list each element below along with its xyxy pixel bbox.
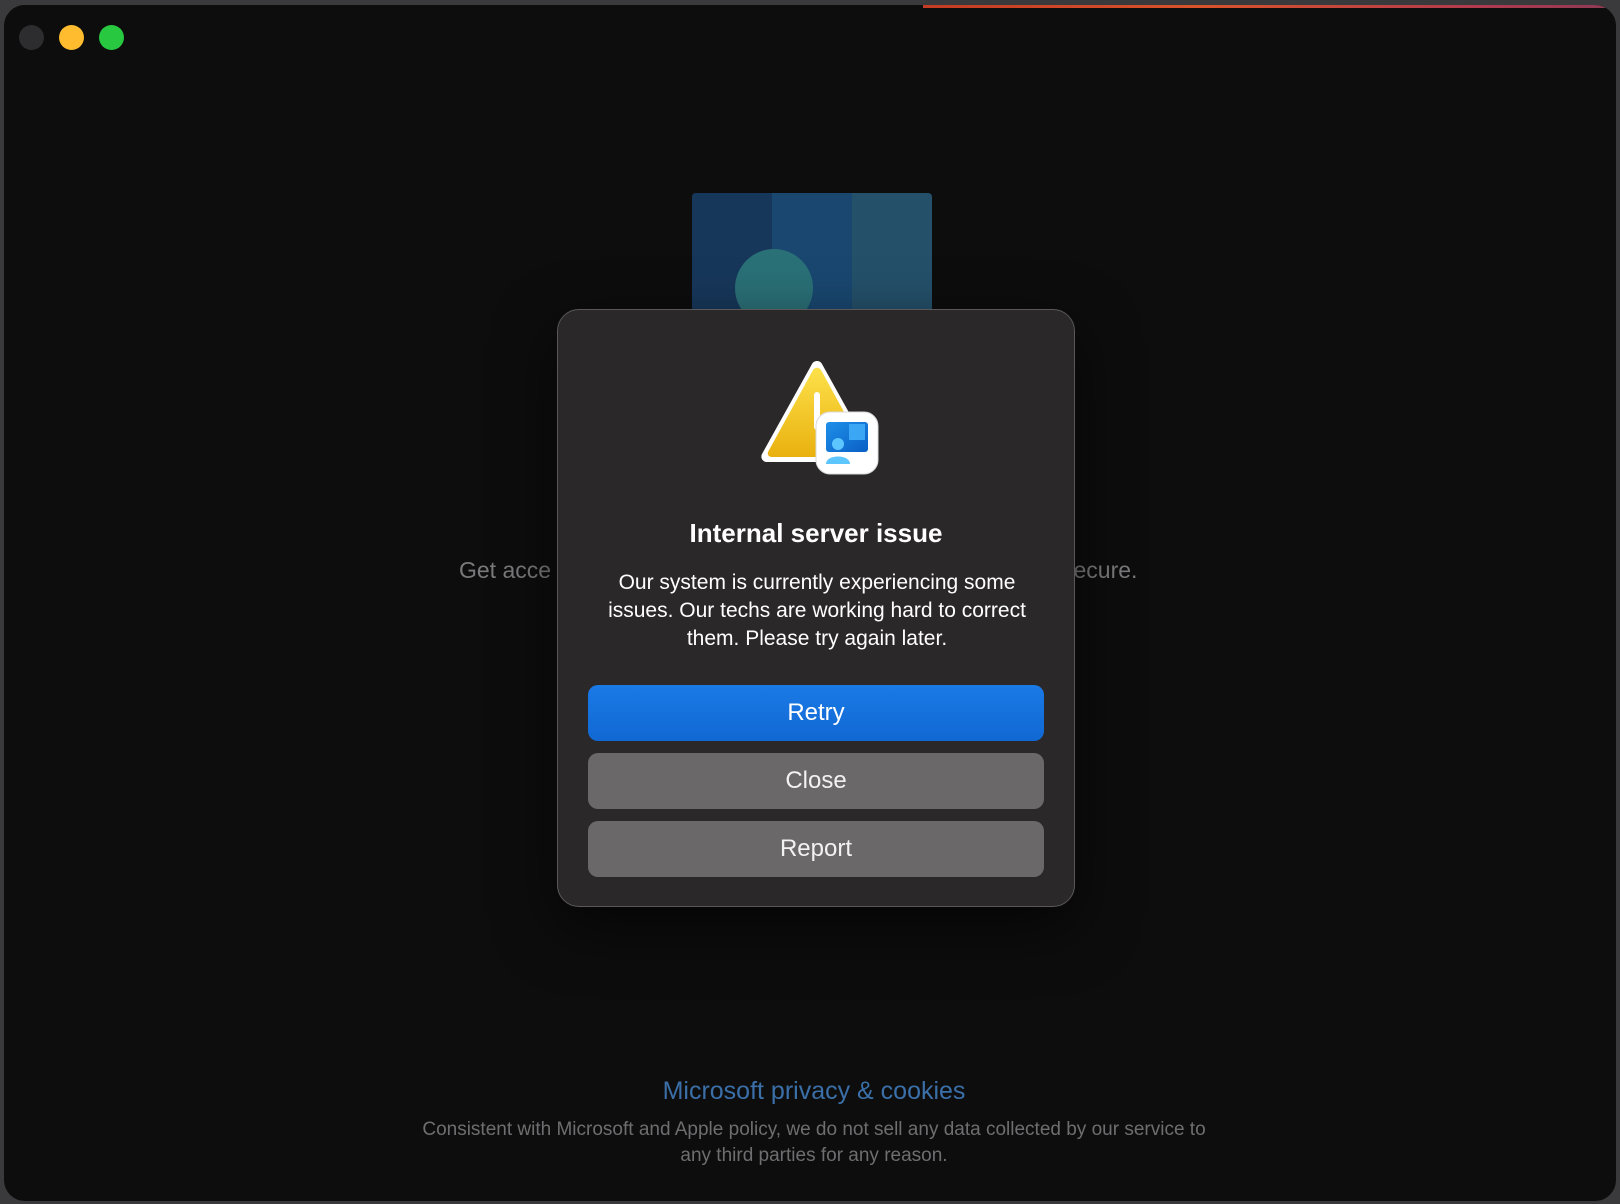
hero-illustration (692, 193, 932, 311)
report-button[interactable]: Report (588, 821, 1044, 877)
dialog-message: Our system is currently experiencing som… (608, 571, 1026, 650)
window-close-button[interactable] (19, 25, 44, 50)
dialog-title: Internal server issue (689, 518, 943, 548)
privacy-note: Consistent with Microsoft and Apple poli… (422, 1119, 1206, 1166)
retry-button[interactable]: Retry (588, 685, 1044, 741)
error-dialog: Internal server issue Our system is curr… (557, 309, 1075, 907)
warning-remote-desktop-icon (761, 361, 879, 475)
privacy-cookies-link[interactable]: Microsoft privacy & cookies (4, 1077, 1616, 1106)
window-edge-glow (923, 5, 1616, 8)
window-zoom-button[interactable] (99, 25, 124, 50)
close-button[interactable]: Close (588, 753, 1044, 809)
background-tagline-left: Get acce (459, 557, 552, 583)
app-window: Get acce secure. Microsoft privacy & coo… (3, 4, 1617, 1202)
window-minimize-button[interactable] (59, 25, 84, 50)
